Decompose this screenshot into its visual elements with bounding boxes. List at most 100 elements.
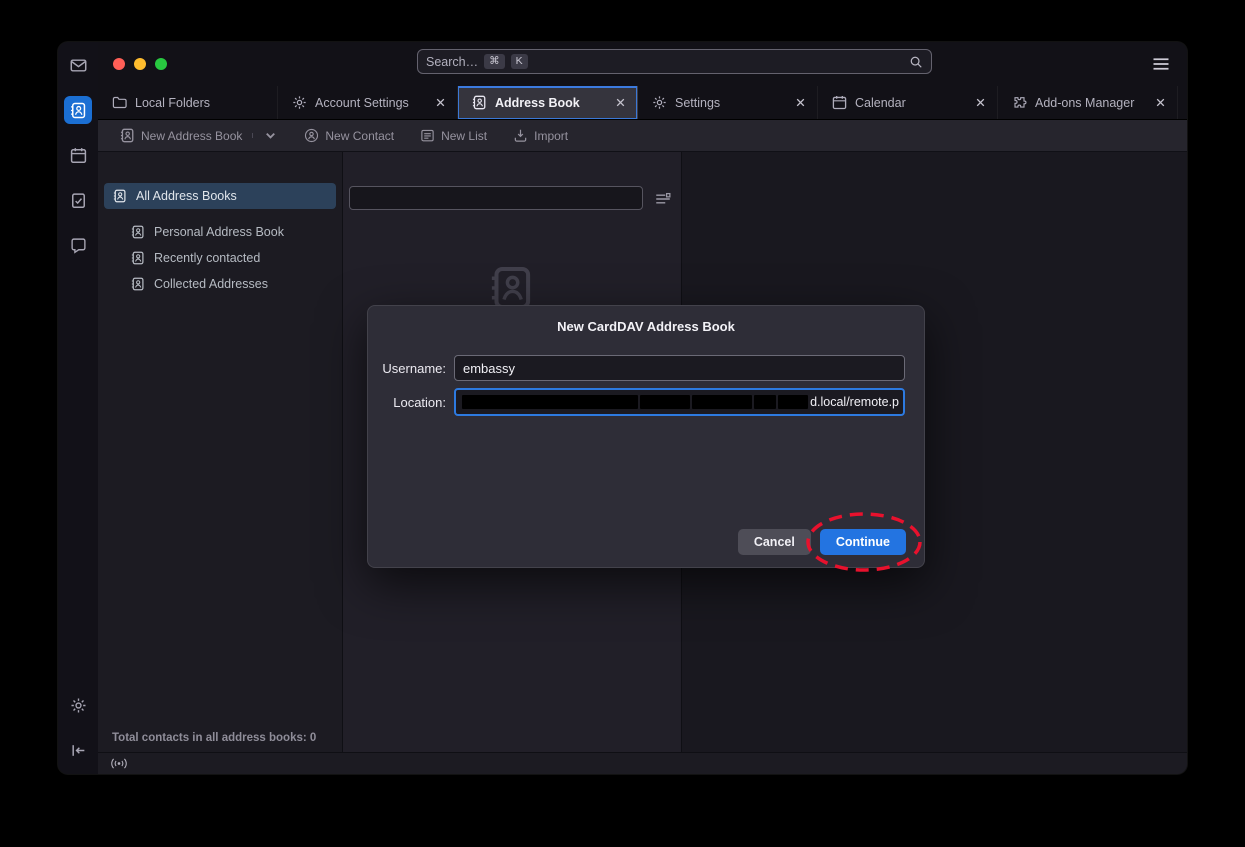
list-display-options-button[interactable] bbox=[654, 190, 672, 208]
new-contact-label: New Contact bbox=[325, 129, 394, 143]
redaction-bar bbox=[692, 395, 752, 409]
gear-icon bbox=[70, 697, 87, 714]
screen: Search… ⌘ K Local Folders Account Settin… bbox=[0, 0, 1245, 847]
new-address-book-label: New Address Book bbox=[141, 129, 242, 143]
space-chat-button[interactable] bbox=[64, 231, 92, 259]
tab-label: Account Settings bbox=[315, 96, 424, 110]
space-tasks-button[interactable] bbox=[64, 186, 92, 214]
calendar-icon bbox=[70, 147, 87, 164]
new-carddav-dialog: New CardDAV Address Book Username: Locat… bbox=[367, 305, 925, 568]
continue-button[interactable]: Continue bbox=[820, 529, 906, 555]
minimize-window-button[interactable] bbox=[134, 58, 146, 70]
close-tab-icon[interactable] bbox=[612, 95, 628, 111]
hamburger-icon bbox=[1151, 54, 1171, 74]
collapse-icon bbox=[70, 742, 87, 759]
zoom-window-button[interactable] bbox=[155, 58, 167, 70]
status-bar bbox=[98, 752, 1187, 774]
split-button-divider bbox=[252, 133, 253, 138]
folder-icon bbox=[112, 95, 127, 110]
list-options-icon bbox=[654, 190, 672, 208]
close-tab-icon[interactable] bbox=[432, 95, 448, 111]
location-input[interactable]: d.local/remote.p bbox=[454, 388, 905, 416]
search-icon bbox=[909, 55, 923, 69]
import-icon bbox=[513, 128, 528, 143]
new-contact-icon bbox=[304, 128, 319, 143]
redaction-bar bbox=[778, 395, 808, 409]
tab-calendar[interactable]: Calendar bbox=[818, 86, 998, 119]
search-placeholder: Search… bbox=[426, 55, 478, 69]
contacts-search-input[interactable] bbox=[349, 186, 643, 210]
tab-label: Add-ons Manager bbox=[1035, 96, 1144, 110]
app-menu-button[interactable] bbox=[1151, 54, 1171, 74]
new-contact-button[interactable]: New Contact bbox=[296, 124, 402, 147]
address-books-pane: All Address Books Personal Address Book … bbox=[98, 152, 342, 752]
total-contacts-status: Total contacts in all address books: 0 bbox=[112, 732, 316, 744]
tab-account-settings[interactable]: Account Settings bbox=[278, 86, 458, 119]
address-book-icon bbox=[113, 189, 127, 203]
tab-address-book[interactable]: Address Book bbox=[458, 86, 638, 119]
account-settings-icon bbox=[292, 95, 307, 110]
sidebar-item-recently-contacted[interactable]: Recently contacted bbox=[122, 245, 336, 271]
close-tab-icon[interactable] bbox=[792, 95, 808, 111]
cmd-key-badge: ⌘ bbox=[484, 54, 505, 69]
titlebar: Search… ⌘ K bbox=[98, 42, 1187, 86]
tab-label: Settings bbox=[675, 96, 784, 110]
username-input[interactable] bbox=[454, 355, 905, 381]
redaction-bar bbox=[640, 395, 690, 409]
global-search-bar[interactable]: Search… ⌘ K bbox=[417, 49, 932, 74]
username-row: Username: bbox=[380, 355, 905, 381]
address-book-icon bbox=[472, 95, 487, 110]
tab-bar: Local Folders Account Settings Address B… bbox=[98, 86, 1187, 120]
new-list-label: New List bbox=[441, 129, 487, 143]
spaces-toolbar bbox=[58, 42, 98, 774]
sidebar-item-label: Collected Addresses bbox=[154, 277, 268, 291]
location-row: Location: d.local/remote.p bbox=[380, 388, 905, 416]
chat-icon bbox=[70, 237, 87, 254]
new-list-button[interactable]: New List bbox=[412, 124, 495, 147]
username-label: Username: bbox=[380, 361, 446, 376]
traffic-lights bbox=[98, 58, 167, 70]
gear-icon bbox=[652, 95, 667, 110]
close-tab-icon[interactable] bbox=[972, 95, 988, 111]
space-address-book-button[interactable] bbox=[64, 96, 92, 124]
space-calendar-button[interactable] bbox=[64, 141, 92, 169]
tab-settings[interactable]: Settings bbox=[638, 86, 818, 119]
puzzle-icon bbox=[1012, 95, 1027, 110]
redaction-bar bbox=[462, 395, 638, 409]
tasks-icon bbox=[70, 192, 87, 209]
dialog-buttons: Cancel Continue bbox=[738, 529, 906, 555]
close-window-button[interactable] bbox=[113, 58, 125, 70]
tab-label: Calendar bbox=[855, 96, 964, 110]
tab-label: Local Folders bbox=[135, 96, 268, 110]
sidebar-item-all-address-books[interactable]: All Address Books bbox=[104, 183, 336, 209]
import-button[interactable]: Import bbox=[505, 124, 576, 147]
new-address-book-button[interactable]: New Address Book bbox=[112, 124, 286, 147]
location-label: Location: bbox=[380, 395, 446, 410]
chevron-down-icon[interactable] bbox=[263, 128, 278, 143]
location-visible-text: d.local/remote.p bbox=[810, 395, 899, 409]
sidebar-item-collected-addresses[interactable]: Collected Addresses bbox=[122, 271, 336, 297]
sidebar-item-personal-address-book[interactable]: Personal Address Book bbox=[122, 219, 336, 245]
address-book-icon bbox=[131, 277, 145, 291]
address-book-toolbar: New Address Book New Contact New List Im… bbox=[98, 120, 1187, 152]
space-mail-button[interactable] bbox=[64, 51, 92, 79]
broadcast-status-icon bbox=[110, 757, 128, 770]
sidebar-item-label: Personal Address Book bbox=[154, 225, 284, 239]
address-book-icon bbox=[131, 251, 145, 265]
dialog-title: New CardDAV Address Book bbox=[368, 319, 924, 334]
cancel-button[interactable]: Cancel bbox=[738, 529, 811, 555]
new-list-icon bbox=[420, 128, 435, 143]
close-tab-icon[interactable] bbox=[1152, 95, 1168, 111]
spaces-settings-button[interactable] bbox=[64, 691, 92, 719]
k-key-badge: K bbox=[511, 54, 528, 69]
tab-label: Address Book bbox=[495, 96, 604, 110]
calendar-icon bbox=[832, 95, 847, 110]
tab-addons-manager[interactable]: Add-ons Manager bbox=[998, 86, 1178, 119]
sidebar-item-label: All Address Books bbox=[136, 189, 237, 203]
sidebar-item-label: Recently contacted bbox=[154, 251, 260, 265]
address-book-icon bbox=[131, 225, 145, 239]
tab-local-folders[interactable]: Local Folders bbox=[98, 86, 278, 119]
address-book-icon bbox=[70, 102, 87, 119]
collapse-spaces-button[interactable] bbox=[64, 736, 92, 764]
import-label: Import bbox=[534, 129, 568, 143]
